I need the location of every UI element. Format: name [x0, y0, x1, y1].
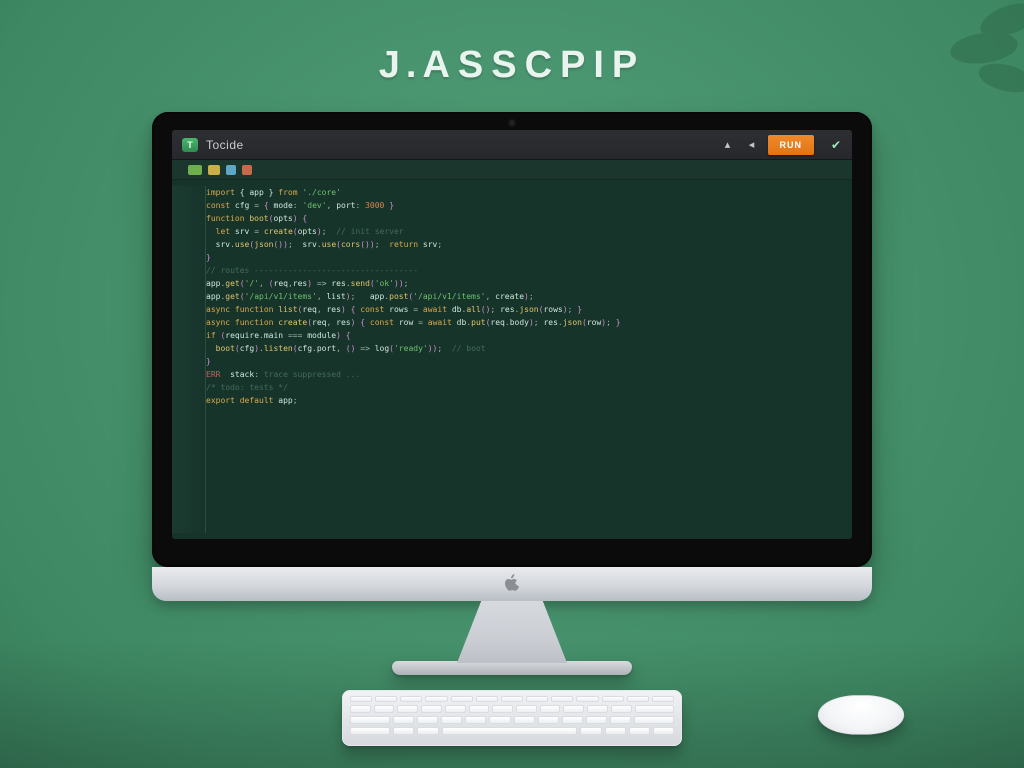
key[interactable] [516, 705, 537, 713]
key[interactable] [492, 705, 513, 713]
key[interactable] [562, 716, 583, 724]
monitor-bezel: T Tocide ▴ ◂ RUN ✔ import { app } from '… [152, 112, 872, 567]
camera-icon [508, 119, 516, 127]
key[interactable] [489, 716, 510, 724]
monitor-chin [152, 567, 872, 601]
key-row [350, 705, 674, 713]
key[interactable] [538, 716, 559, 724]
key[interactable] [514, 716, 535, 724]
key[interactable] [610, 716, 631, 724]
key[interactable] [526, 696, 548, 702]
key[interactable] [611, 705, 632, 713]
hero-word: ASSCPIP [422, 44, 645, 86]
tag-icon[interactable]: ◂ [744, 137, 760, 153]
key[interactable] [441, 716, 462, 724]
key[interactable] [587, 705, 608, 713]
key[interactable] [350, 716, 390, 724]
key[interactable] [417, 716, 438, 724]
key[interactable] [540, 705, 561, 713]
mouse[interactable] [816, 695, 906, 734]
toolchip-icon[interactable] [208, 165, 220, 175]
key[interactable] [634, 716, 674, 724]
run-button[interactable]: RUN [768, 135, 815, 155]
key[interactable] [417, 727, 438, 735]
key[interactable] [605, 727, 626, 735]
check-icon[interactable]: ✔ [828, 137, 844, 153]
toolchip-icon[interactable] [188, 165, 202, 175]
code-lines: import { app } from './core'const cfg = … [206, 186, 633, 533]
key[interactable] [476, 696, 498, 702]
key[interactable] [400, 696, 422, 702]
key[interactable] [451, 696, 473, 702]
caret-up-icon[interactable]: ▴ [720, 137, 736, 153]
monitor: T Tocide ▴ ◂ RUN ✔ import { app } from '… [152, 112, 872, 675]
code-editor[interactable]: import { app } from './core'const cfg = … [172, 180, 852, 539]
key[interactable] [635, 705, 674, 713]
key[interactable] [629, 727, 650, 735]
key[interactable] [580, 727, 601, 735]
key[interactable] [576, 696, 598, 702]
key[interactable] [393, 727, 414, 735]
key[interactable] [627, 696, 649, 702]
key-row [350, 696, 674, 702]
app-title: Tocide [206, 138, 244, 152]
key[interactable] [374, 705, 395, 713]
key[interactable] [501, 696, 523, 702]
key[interactable] [425, 696, 447, 702]
key[interactable] [469, 705, 490, 713]
toolchip-icon[interactable] [242, 165, 252, 175]
key[interactable] [393, 716, 414, 724]
key-row [350, 727, 674, 735]
app-bar: T Tocide ▴ ◂ RUN ✔ [172, 130, 852, 160]
keyboard[interactable] [342, 690, 682, 746]
key[interactable] [551, 696, 573, 702]
line-gutter [172, 186, 206, 533]
screen: T Tocide ▴ ◂ RUN ✔ import { app } from '… [172, 130, 852, 539]
tool-strip [172, 160, 852, 180]
key[interactable] [653, 727, 674, 735]
key[interactable] [350, 727, 390, 735]
monitor-stand [457, 601, 567, 663]
key-row [350, 716, 674, 724]
hero-title: J.ASSCPIP [0, 44, 1024, 87]
toolchip-icon[interactable] [226, 165, 236, 175]
key[interactable] [421, 705, 442, 713]
app-logo-icon: T [182, 138, 198, 152]
key[interactable] [375, 696, 397, 702]
key[interactable] [350, 705, 371, 713]
key-space[interactable] [442, 727, 578, 735]
apple-logo-icon [504, 574, 520, 592]
key[interactable] [397, 705, 418, 713]
monitor-base [392, 661, 632, 675]
key[interactable] [465, 716, 486, 724]
hero-prefix: J. [379, 44, 423, 86]
key[interactable] [652, 696, 674, 702]
key[interactable] [563, 705, 584, 713]
key[interactable] [445, 705, 466, 713]
key[interactable] [602, 696, 624, 702]
key[interactable] [350, 696, 372, 702]
key[interactable] [586, 716, 607, 724]
